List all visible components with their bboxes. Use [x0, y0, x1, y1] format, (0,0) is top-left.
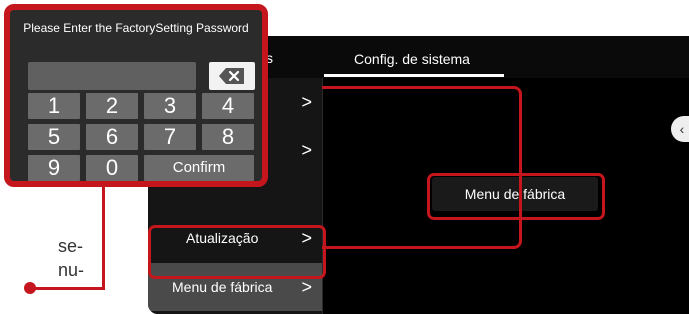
highlight-connector-top — [322, 86, 330, 89]
description-fragment-2: nu- — [58, 260, 85, 280]
key-5[interactable]: 5 — [28, 124, 80, 150]
password-dialog: Please Enter the FactorySetting Password… — [4, 4, 268, 187]
highlight-sidebar-factory — [148, 225, 326, 279]
backspace-button[interactable] — [209, 62, 255, 90]
highlight-connector — [322, 86, 522, 249]
key-1[interactable]: 1 — [28, 93, 80, 119]
confirm-button[interactable]: Confirm — [144, 155, 254, 181]
chevron-right-icon: > — [301, 92, 312, 112]
description-fragment-1: se- — [58, 236, 84, 256]
collapse-handle-icon[interactable]: ‹ — [671, 116, 689, 142]
key-7[interactable]: 7 — [144, 124, 196, 150]
key-3[interactable]: 3 — [144, 93, 196, 119]
key-2[interactable]: 2 — [86, 93, 138, 119]
callout-dot — [24, 282, 36, 294]
key-9[interactable]: 9 — [28, 155, 80, 181]
key-8[interactable]: 8 — [202, 124, 254, 150]
chevron-right-icon: > — [301, 140, 312, 160]
key-6[interactable]: 6 — [86, 124, 138, 150]
key-0[interactable]: 0 — [86, 155, 138, 181]
key-4[interactable]: 4 — [202, 93, 254, 119]
tab-active-indicator — [324, 74, 504, 77]
callout-line — [102, 187, 105, 289]
password-input[interactable] — [28, 62, 196, 90]
backspace-icon — [219, 68, 244, 84]
callout-line — [30, 287, 105, 290]
dialog-title: Please Enter the FactorySetting Password — [23, 21, 249, 35]
tab-system-config[interactable]: Config. de sistema — [324, 42, 500, 76]
